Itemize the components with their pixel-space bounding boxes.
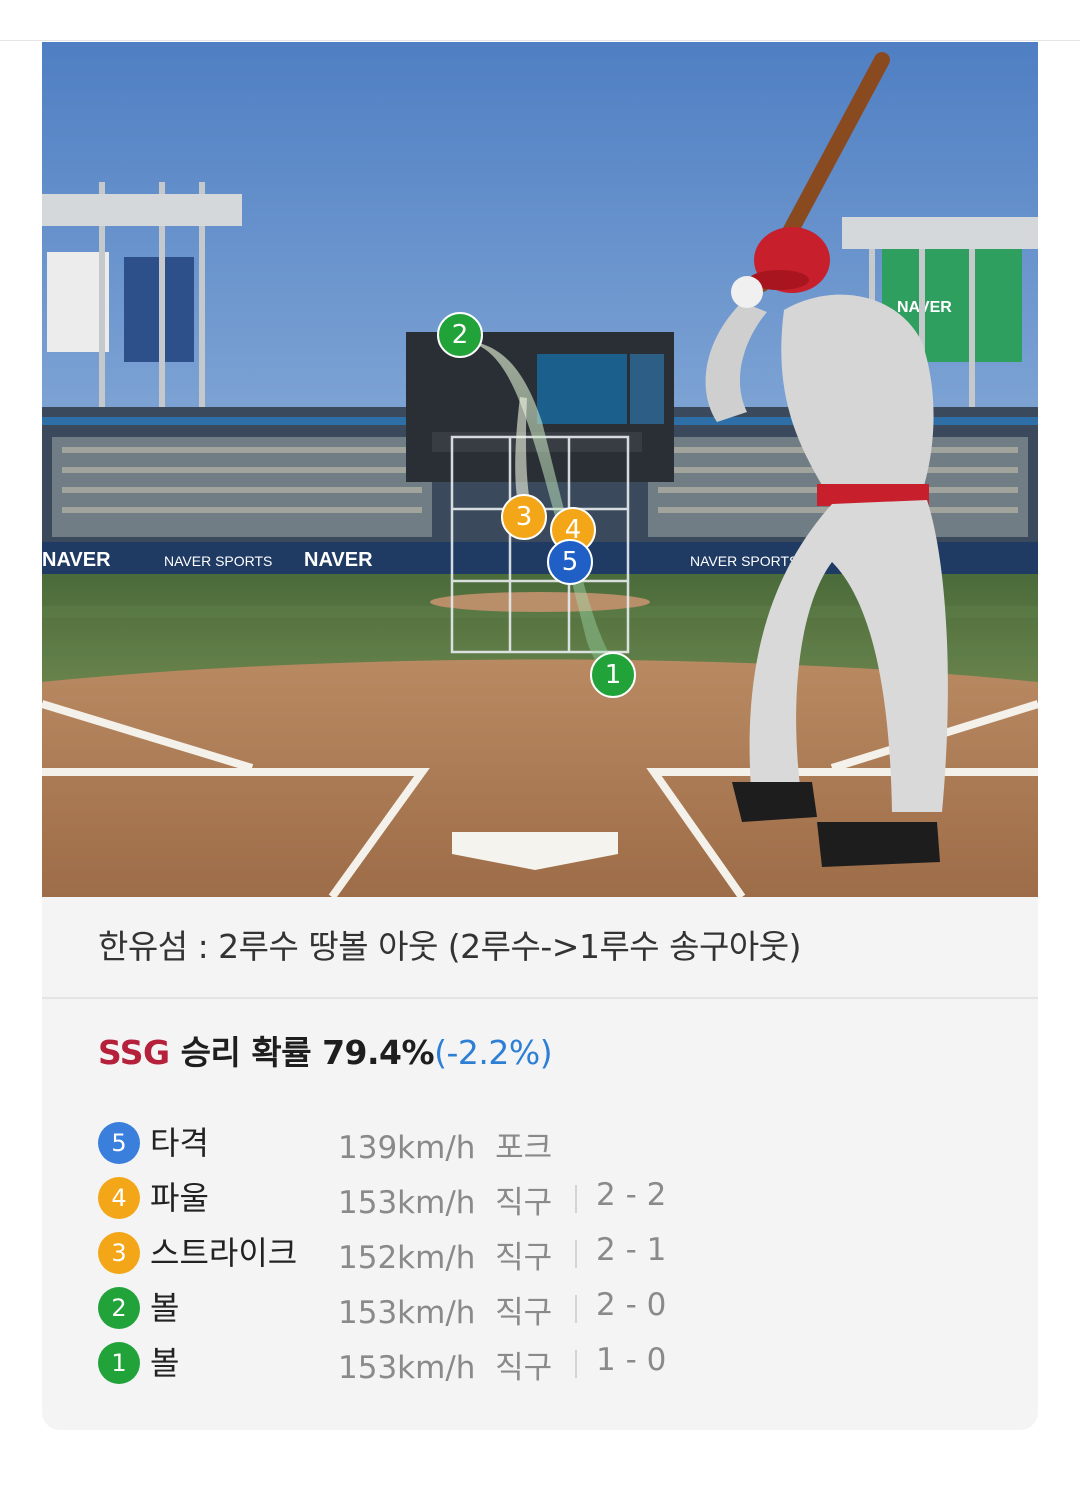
- pitch-result: 타격: [150, 1124, 209, 1162]
- pitch-speed: 153km/h: [338, 1185, 476, 1221]
- pitch-row: 1 볼 153km/h 직구 1 - 0: [98, 1336, 978, 1391]
- win-probability: SSG 승리 확률 79.4%(-2.2%): [98, 1026, 553, 1074]
- ball-strike-count: 2 - 2: [596, 1177, 667, 1213]
- ball-strike-count: 2 - 1: [596, 1232, 667, 1268]
- pitch-row: 5 타격 139km/h 포크: [98, 1116, 978, 1171]
- stadium-scene: NAVER NAVER SPORTS NAVER NAVER SPORTS NA…: [42, 42, 1038, 897]
- section-divider: [42, 997, 1038, 999]
- pitch-row: 4 파울 153km/h 직구 2 - 2: [98, 1171, 978, 1226]
- pitch-speed-type: 139km/h 포크: [338, 1122, 552, 1167]
- pitch-type: 직구: [495, 1350, 553, 1386]
- play-description: 한유섬 : 2루수 땅볼 아웃 (2루수->1루수 송구아웃): [98, 927, 801, 966]
- count-separator: [575, 1350, 577, 1378]
- pitch-marker-1[interactable]: 1: [590, 652, 636, 698]
- pitch-number-badge: 3: [98, 1232, 140, 1274]
- count-separator: [575, 1295, 577, 1323]
- pitch-result: 파울: [150, 1179, 209, 1217]
- pitch-number-badge: 4: [98, 1177, 140, 1219]
- pitch-speed: 152km/h: [338, 1240, 476, 1276]
- win-probability-label: 승리 확률: [180, 1033, 312, 1072]
- pitch-row: 2 볼 153km/h 직구 2 - 0: [98, 1281, 978, 1336]
- pitch-speed-type: 153km/h 직구: [338, 1177, 552, 1222]
- pitch-marker-3[interactable]: 3: [501, 494, 547, 540]
- pitch-type: 직구: [495, 1295, 553, 1331]
- pitch-speed: 153km/h: [338, 1350, 476, 1386]
- count-separator: [575, 1240, 577, 1268]
- pitch-speed: 153km/h: [338, 1295, 476, 1331]
- pitch-number-badge: 5: [98, 1122, 140, 1164]
- pitch-row: 3 스트라이크 152km/h 직구 2 - 1: [98, 1226, 978, 1281]
- ad-naver-sports: NAVER SPORTS: [164, 553, 272, 569]
- pitch-marker-5[interactable]: 5: [547, 539, 593, 585]
- pitch-type: 직구: [495, 1185, 553, 1221]
- win-probability-change: (-2.2%): [434, 1033, 553, 1072]
- pitch-type: 직구: [495, 1240, 553, 1276]
- ad-naver-left: NAVER: [42, 549, 111, 571]
- team-name: SSG: [98, 1033, 170, 1072]
- ball-strike-count: 2 - 0: [596, 1287, 667, 1323]
- pitch-speed-type: 153km/h 직구: [338, 1342, 552, 1387]
- pitch-number-badge: 1: [98, 1342, 140, 1384]
- pitch-marker-2[interactable]: 2: [437, 312, 483, 358]
- pitch-result: 스트라이크: [150, 1234, 298, 1272]
- pitch-speed: 139km/h: [338, 1130, 476, 1166]
- pitch-number-badge: 2: [98, 1287, 140, 1329]
- win-probability-value: 79.4%: [322, 1033, 435, 1072]
- pitch-type: 포크: [495, 1130, 553, 1166]
- count-separator: [575, 1185, 577, 1213]
- pitch-card: NAVER NAVER SPORTS NAVER NAVER SPORTS NA…: [42, 42, 1038, 1430]
- ad-naver-center: NAVER: [304, 549, 373, 571]
- pitch-speed-type: 153km/h 직구: [338, 1287, 552, 1332]
- pitch-result: 볼: [150, 1289, 180, 1327]
- ball-strike-count: 1 - 0: [596, 1342, 667, 1378]
- pitch-result: 볼: [150, 1344, 180, 1382]
- ad-naver-sports-right: NAVER SPORTS: [690, 553, 798, 569]
- pitch-speed-type: 152km/h 직구: [338, 1232, 552, 1277]
- top-divider: [0, 40, 1080, 41]
- pitch-list: 5 타격 139km/h 포크 4 파울 153km/h 직구 2 - 2 3 …: [98, 1116, 978, 1391]
